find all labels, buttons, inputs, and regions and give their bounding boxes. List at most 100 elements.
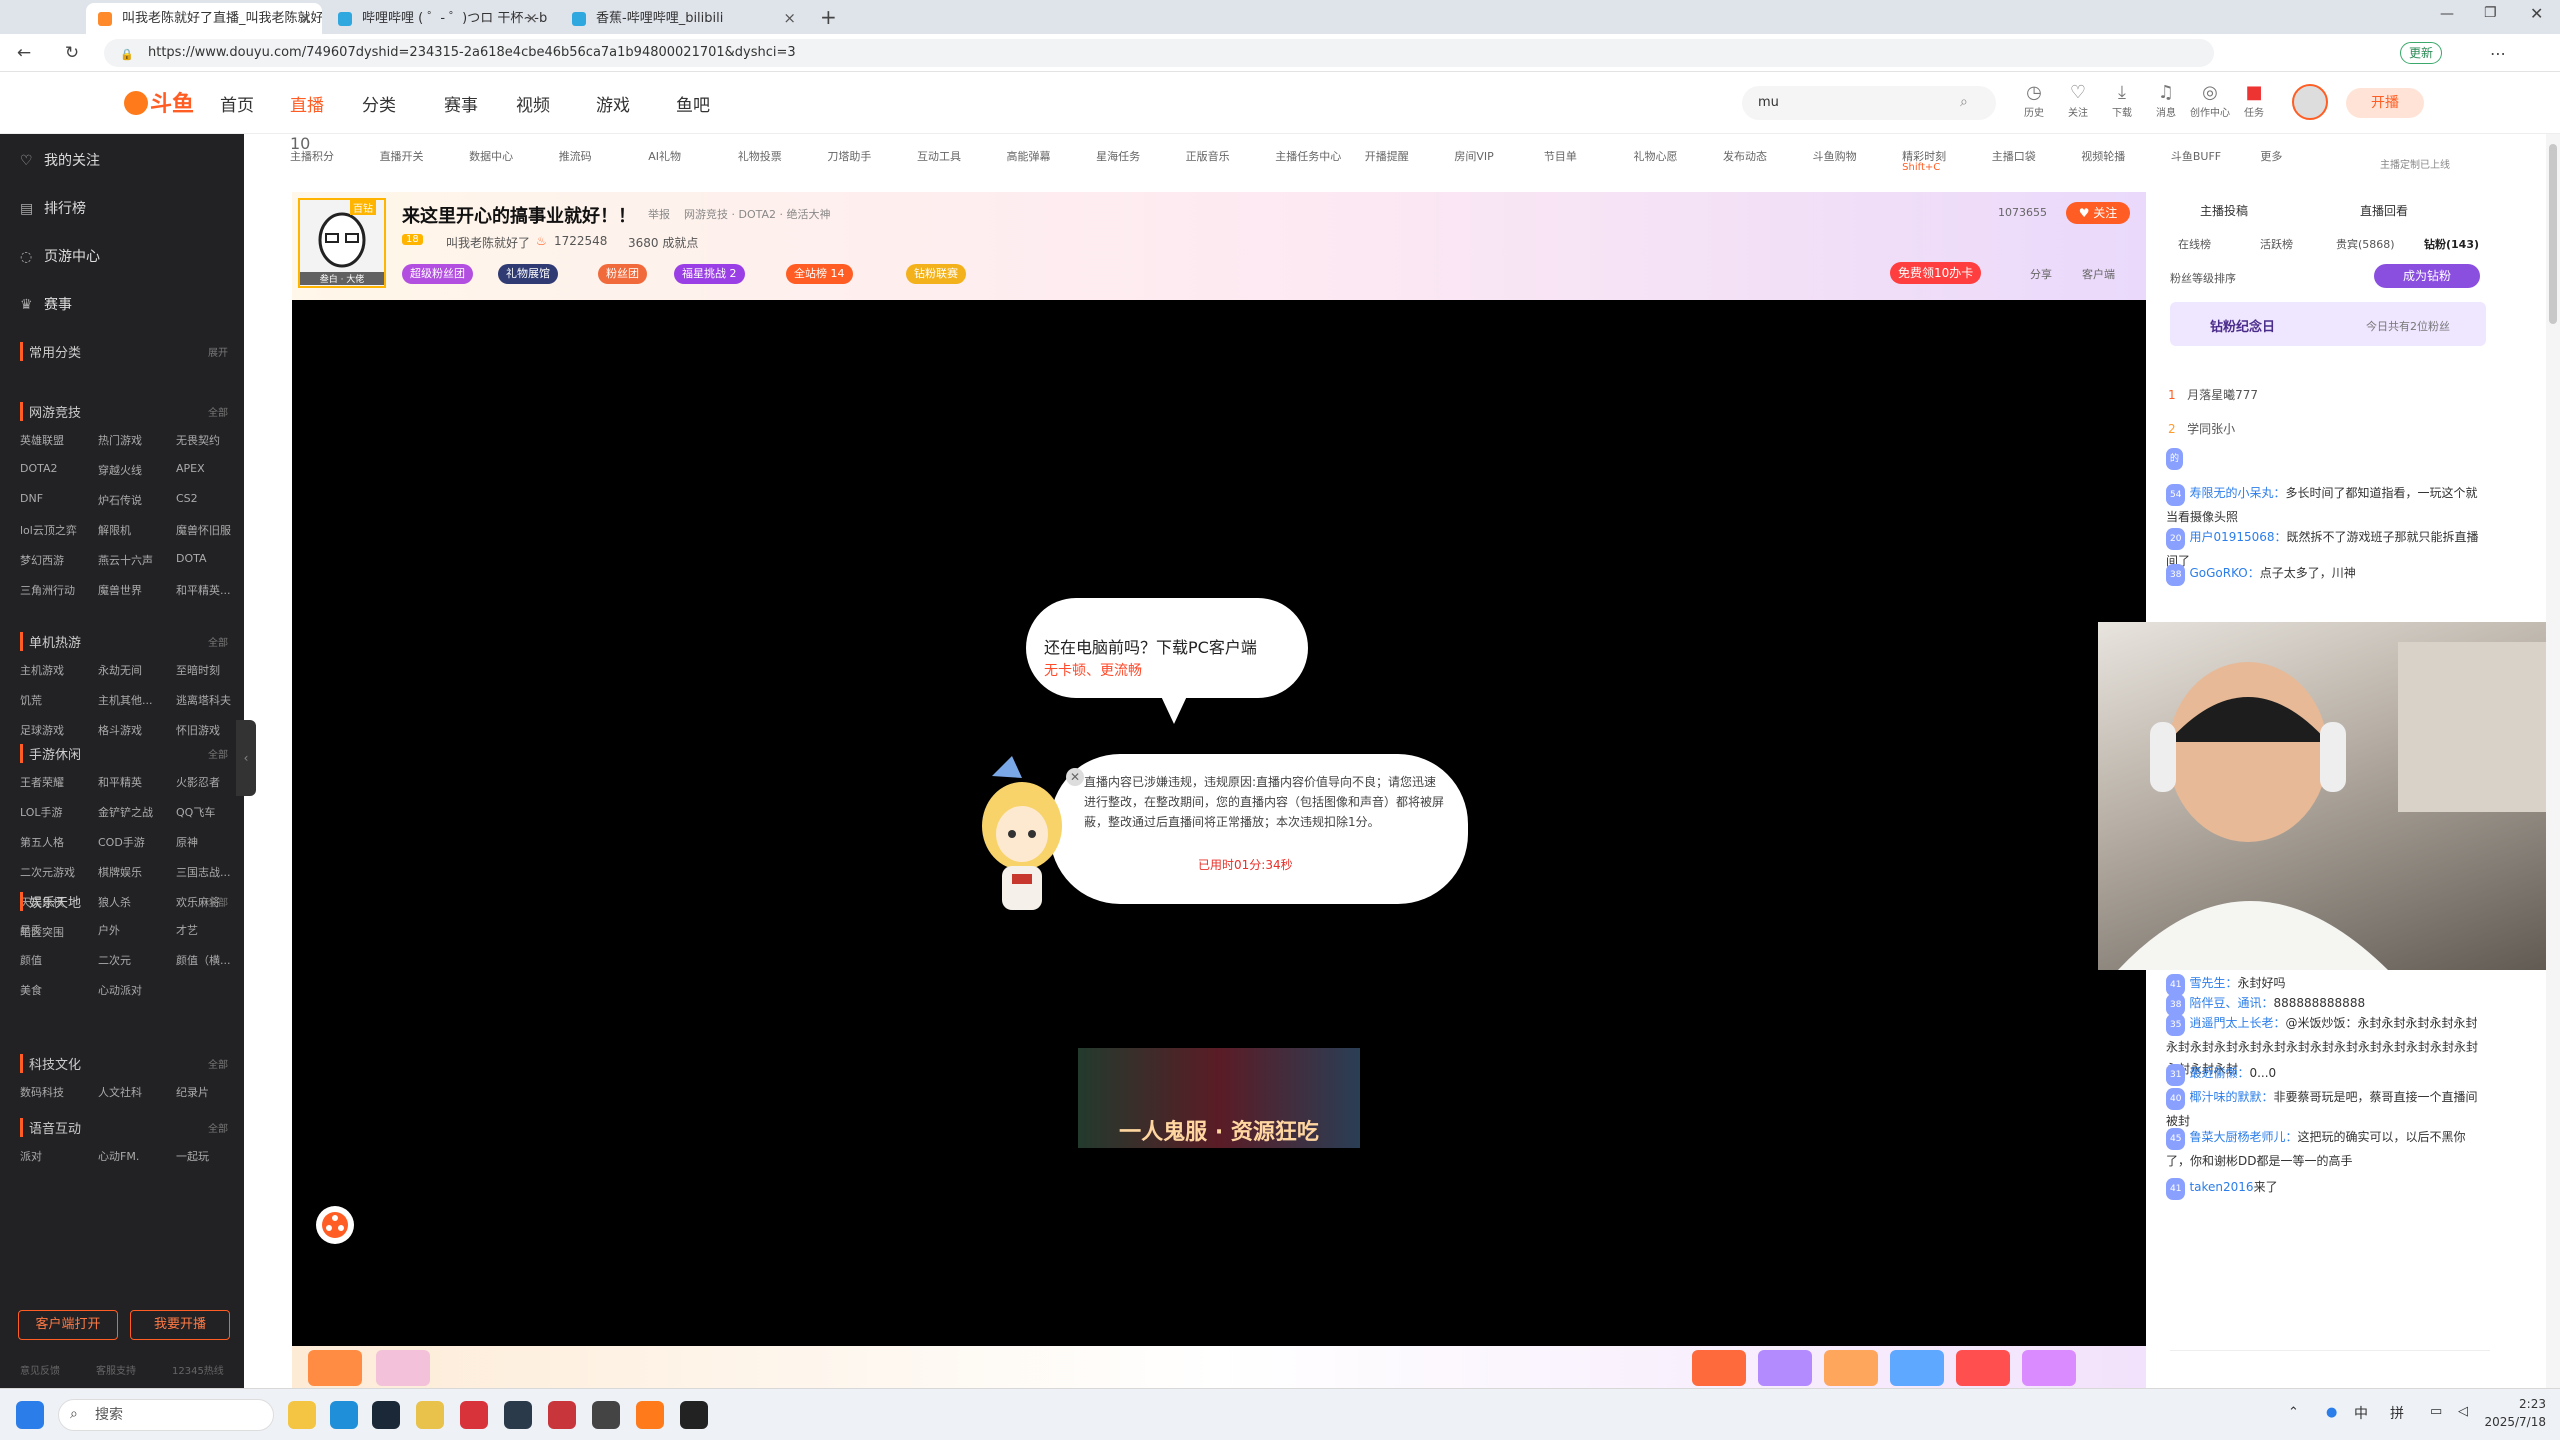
tag-lucky-challenge[interactable]: 福星挑战 2	[674, 264, 745, 284]
sidebar-category-item[interactable]: lol云顶之弈	[20, 522, 77, 538]
replay-link[interactable]: 直播回看	[2360, 202, 2408, 219]
film-reel-icon[interactable]	[316, 1206, 354, 1244]
sidebar-category-item[interactable]: 怀旧游戏	[176, 722, 220, 738]
sidebar-category-item[interactable]: 美食	[20, 982, 42, 998]
close-tab-icon[interactable]: ×	[783, 3, 796, 34]
sidebar-category-item[interactable]: DOTA2	[20, 462, 58, 475]
sidebar-category-item[interactable]: 永劫无间	[98, 662, 142, 678]
nav-fishbar[interactable]: 鱼吧	[676, 91, 710, 116]
back-icon[interactable]: ←	[12, 41, 36, 65]
gift-slot[interactable]	[1758, 1350, 1812, 1386]
clock-time[interactable]: 2:23	[2500, 1397, 2546, 1411]
sidebar-category-item[interactable]: 金铲铲之战	[98, 804, 153, 820]
sidebar-all-link[interactable]: 全部	[208, 1056, 228, 1071]
sidebar-item-webgame[interactable]: ◌ 页游中心	[20, 246, 100, 266]
anniversary-card[interactable]: 钻粉纪念日 今日共有2位粉丝	[2170, 302, 2486, 346]
sidebar-category-item[interactable]: 足球游戏	[20, 722, 64, 738]
sidebar-category-item[interactable]: 数码科技	[20, 1084, 64, 1100]
url-input[interactable]: https://www.douyu.com/749607dyshid=23431…	[104, 39, 2214, 67]
page-scrollbar[interactable]	[2546, 134, 2560, 1388]
nav-video[interactable]: 视频	[516, 91, 550, 116]
sidebar-category-item[interactable]: 派对	[20, 1148, 42, 1164]
follow-button[interactable]: ♡ 关注	[2058, 82, 2098, 119]
sidebar-category-item[interactable]: 炉石传说	[98, 492, 142, 508]
share-button[interactable]: 分享	[2030, 266, 2052, 282]
toolbar-item[interactable]: 主播口袋	[1992, 148, 2036, 164]
chat-message[interactable]: 38 GoGoRKO：点子太多了，川神	[2166, 562, 2488, 586]
toolbar-item[interactable]: 礼物心愿	[1633, 148, 1677, 164]
chat-username[interactable]: 鲁菜大厨杨老师儿：	[2189, 1130, 2297, 1144]
tasks-button[interactable]: ■ 任务	[2234, 82, 2274, 119]
douyu-logo[interactable]: 斗鱼	[122, 86, 202, 120]
sidebar-category-item[interactable]: 户外	[98, 922, 120, 938]
tag-gift-hall[interactable]: 礼物展馆	[498, 264, 558, 284]
sidebar-category-item[interactable]: 第五人格	[20, 834, 64, 850]
toolbar-item[interactable]: 节目单	[1544, 148, 1577, 164]
nav-home[interactable]: 首页	[220, 91, 254, 116]
tab-active-rank[interactable]: 活跃榜	[2260, 236, 2293, 252]
open-client-button[interactable]: 客户端打开	[18, 1310, 118, 1340]
mic-icon[interactable]: ●	[2326, 1405, 2337, 1420]
client-button[interactable]: 客户端	[2082, 266, 2115, 282]
chat-username[interactable]: 逍遥門太上长老：	[2189, 1016, 2285, 1030]
sidebar-category-item[interactable]: 火影忍者	[176, 774, 220, 790]
maximize-icon[interactable]: ❐	[2484, 5, 2497, 21]
sidebar-category-item[interactable]: 才艺	[176, 922, 198, 938]
sidebar-category-item[interactable]: 和平精英	[98, 774, 142, 790]
douyu-app-icon[interactable]	[636, 1401, 664, 1429]
search-input[interactable]: mu	[1742, 86, 1996, 120]
chat-username[interactable]: 用户01915068：	[2189, 530, 2286, 544]
sidebar-category-item[interactable]: 梦幻西游	[20, 552, 64, 568]
tag-super-fan[interactable]: 超级粉丝团	[402, 264, 473, 284]
footer-support[interactable]: 客服支持	[96, 1362, 136, 1377]
close-tab-icon[interactable]: ×	[525, 3, 538, 34]
chat-message[interactable]: 41 taken2016来了	[2166, 1176, 2488, 1200]
close-tab-icon[interactable]: ×	[299, 3, 312, 34]
search-icon[interactable]: ⌕	[1960, 94, 1968, 110]
messages-button[interactable]: ♫ 消息	[2146, 82, 2186, 119]
toolbar-item[interactable]: AI礼物	[648, 148, 681, 164]
windows-start-icon[interactable]	[16, 1401, 44, 1429]
ime-pinyin[interactable]: 拼	[2390, 1403, 2404, 1423]
app-icon[interactable]	[592, 1401, 620, 1429]
toolbar-item[interactable]: 数据中心	[469, 148, 513, 164]
close-window-icon[interactable]: ✕	[2530, 4, 2543, 23]
ime-zh[interactable]: 中	[2354, 1403, 2368, 1423]
sidebar-category-item[interactable]: 棋牌娱乐	[98, 864, 142, 880]
browser-tab-bilibili-banana[interactable]: 香蕉-哔哩哔哩_bilibili ×	[560, 3, 806, 34]
anchor-submit-link[interactable]: 主播投稿	[2200, 202, 2248, 219]
sidebar-category-item[interactable]: 主机游戏	[20, 662, 64, 678]
toolbar-item[interactable]: 斗鱼购物	[1813, 148, 1857, 164]
sidebar-category-item[interactable]: QQ飞车	[176, 804, 215, 820]
sidebar-all-link[interactable]: 全部	[208, 1120, 228, 1135]
terminal-icon[interactable]	[680, 1401, 708, 1429]
sidebar-category-item[interactable]: 人文社科	[98, 1084, 142, 1100]
creator-center-button[interactable]: ◎ 创作中心	[2190, 82, 2230, 119]
notice-close-icon[interactable]: ✕	[1066, 768, 1084, 786]
gift-slot[interactable]	[376, 1350, 430, 1386]
sidebar-category-item[interactable]: 逃离塔科夫	[176, 692, 231, 708]
become-diamond-button[interactable]: 成为钻粉	[2374, 264, 2480, 288]
sidebar-category-item[interactable]: APEX	[176, 462, 205, 475]
sidebar-category-item[interactable]: 魔兽世界	[98, 582, 142, 598]
refresh-icon[interactable]: ↻	[60, 41, 84, 65]
chat-username[interactable]: taken2016	[2189, 1180, 2253, 1194]
streamer-avatar[interactable]: 百钻 叁白 · 大佬	[298, 198, 386, 288]
tab-diamond-fans[interactable]: 钻粉(143)	[2424, 236, 2479, 252]
clock-date[interactable]: 2025/7/18	[2476, 1415, 2546, 1429]
follow-button[interactable]: ♥ 关注	[2066, 202, 2130, 224]
chat-username[interactable]: 陪伴豆、通讯：	[2189, 996, 2273, 1010]
toolbar-item[interactable]: 高能弹幕	[1007, 148, 1051, 164]
gift-slot[interactable]	[1824, 1350, 1878, 1386]
site-info-icon[interactable]: 🔒	[120, 48, 134, 61]
sidebar-category-item[interactable]: 王者荣耀	[20, 774, 64, 790]
tag-diamond-league[interactable]: 钻粉联赛	[906, 264, 966, 284]
gift-slot[interactable]	[1890, 1350, 1944, 1386]
toolbar-item[interactable]: 主播任务中心	[1275, 148, 1341, 164]
sidebar-category-item[interactable]: 一起玩	[176, 1148, 209, 1164]
sidebar-category-item[interactable]: 颜值（横...	[176, 952, 231, 968]
sidebar-category-item[interactable]: COD手游	[98, 834, 145, 850]
steam-icon[interactable]	[372, 1401, 400, 1429]
more-menu-icon[interactable]: ⋯	[2490, 44, 2506, 63]
sidebar-collapse-handle[interactable]: ‹	[236, 720, 256, 796]
